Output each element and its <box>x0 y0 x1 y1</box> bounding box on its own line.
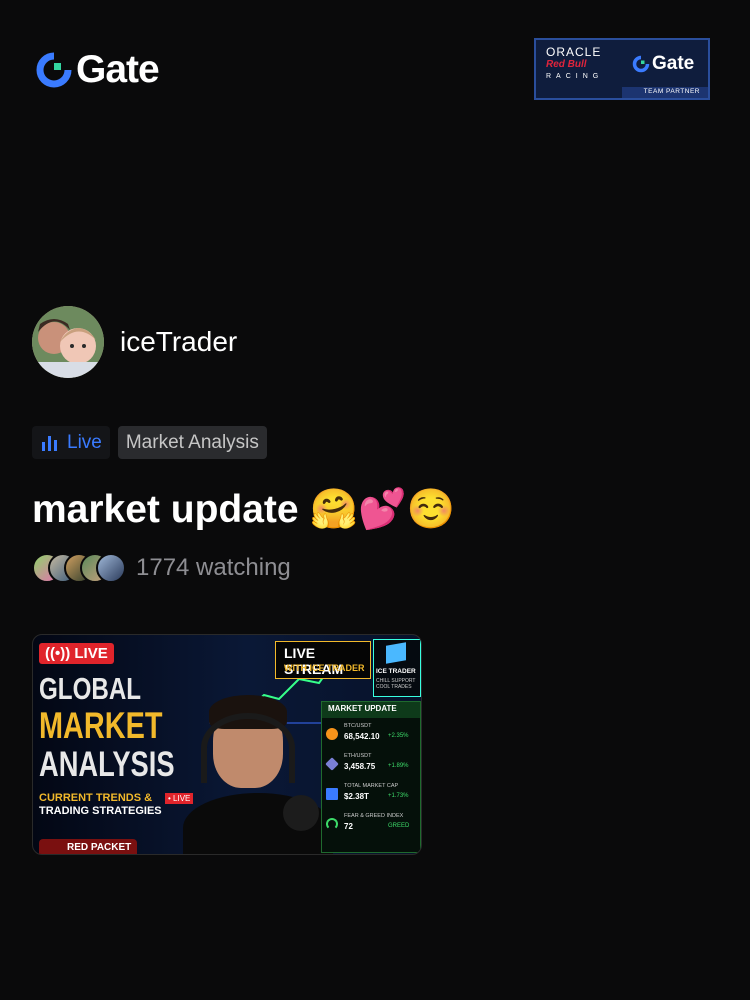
microphone-icon <box>283 795 319 831</box>
stream-title-text: market update <box>32 488 299 531</box>
team-partner-label: TEAM PARTNER <box>643 88 700 95</box>
market-row-value: $2.38T <box>344 792 369 801</box>
market-row-change: +1.89% <box>388 763 409 769</box>
market-cap-bars-icon <box>326 788 338 800</box>
category-tag[interactable]: Market Analysis <box>117 426 267 459</box>
thumbnail-live-stream-subtitle: WITH ICE TRADER <box>284 663 365 673</box>
thumbnail-live-stream-box: LIVE STREAM WITH ICE TRADER <box>275 641 371 679</box>
ice-trader-tagline-2: COOL TRADES <box>376 684 412 690</box>
market-row-value: 68,542.10 <box>344 732 380 741</box>
streamer-username[interactable]: iceTrader <box>120 326 237 358</box>
thumbnail-presenter <box>183 693 333 854</box>
avatar-image <box>32 306 104 378</box>
market-row-label: TOTAL MARKET CAP <box>344 783 399 789</box>
stream-thumbnail[interactable]: ((•)) LIVE GLOBAL MARKET ANALYSIS CURREN… <box>32 634 422 855</box>
thumbnail-headline-3: ANALYSIS <box>39 745 175 784</box>
market-row-label: BTC/USDT <box>344 723 372 729</box>
viewer-avatar <box>96 553 126 583</box>
headphones-icon <box>201 713 295 783</box>
ice-cube-icon <box>386 642 406 664</box>
team-partner-strip: TEAM PARTNER <box>622 87 708 98</box>
gauge-icon <box>326 818 338 830</box>
market-row-label: FEAR & GREED INDEX <box>344 813 404 819</box>
partner-gate-icon <box>632 55 650 73</box>
market-row-fear-greed: FEAR & GREED INDEX 72 GREED <box>326 812 418 838</box>
viewer-count: 1774 watching <box>32 553 291 583</box>
category-tag-label: Market Analysis <box>125 431 259 453</box>
live-bars-icon <box>42 435 57 451</box>
stream-title-emojis: 🤗💕☺️ <box>309 488 456 531</box>
thumbnail-headline-1: GLOBAL <box>39 671 142 706</box>
market-row-value: 3,458.75 <box>344 762 376 771</box>
market-row-btc: BTC/USDT 68,542.10 +2.35% <box>326 722 418 748</box>
market-row-cap: TOTAL MARKET CAP $2.38T +1.73% <box>326 782 418 808</box>
gate-logo-icon <box>36 52 72 88</box>
thumbnail-subtitle-2: TRADING STRATEGIES <box>39 805 162 817</box>
live-tag-label: Live <box>67 431 102 453</box>
redbull-wordmark: Red Bull <box>546 59 587 70</box>
market-row-change: +2.35% <box>388 733 409 739</box>
market-panel-title: MARKET UPDATE <box>322 702 420 718</box>
thumbnail-subtitle-1: CURRENT TRENDS & <box>39 792 153 804</box>
ethereum-icon <box>325 757 339 771</box>
thumbnail-headline-2: MARKET <box>39 705 163 746</box>
stream-tags: Live Market Analysis <box>32 426 267 459</box>
ice-trader-label: ICE TRADER <box>376 668 416 675</box>
live-tag: Live <box>32 426 110 459</box>
viewer-avatars <box>32 553 126 583</box>
ice-trader-tagline: CHILL SUPPORT COOL TRADES <box>376 678 415 690</box>
partner-gate-text: Gate <box>652 53 695 74</box>
market-row-value: 72 <box>344 822 353 831</box>
partner-gate-logo: Gate <box>632 53 694 75</box>
gate-logo-text: Gate <box>76 48 160 91</box>
gate-logo[interactable]: Gate <box>36 48 160 91</box>
market-row-change: +1.73% <box>388 793 409 799</box>
oracle-redbull-partner-badge: ORACLE Red Bull RACING Gate TEAM PARTNER <box>534 38 710 100</box>
stream-title: market update 🤗💕☺️ <box>32 486 455 532</box>
racing-wordmark: RACING <box>546 73 604 80</box>
bitcoin-icon <box>326 728 338 740</box>
market-row-change: GREED <box>388 823 410 829</box>
thumbnail-live-badge: ((•)) LIVE <box>39 643 114 664</box>
streamer-avatar[interactable] <box>32 306 104 378</box>
thumbnail-ice-trader-badge: ICE TRADER CHILL SUPPORT COOL TRADES <box>373 639 421 697</box>
market-row-label: ETH/USDT <box>344 753 372 759</box>
thumbnail-red-packet: RED PACKET <box>39 839 138 854</box>
streamer-profile[interactable]: iceTrader <box>32 306 237 378</box>
thumbnail-market-panel: MARKET UPDATE BTC/USDT 68,542.10 +2.35% … <box>321 701 421 853</box>
oracle-wordmark: ORACLE <box>546 45 602 59</box>
market-row-eth: ETH/USDT 3,458.75 +1.89% <box>325 752 418 778</box>
viewer-count-text: 1774 watching <box>136 554 291 581</box>
